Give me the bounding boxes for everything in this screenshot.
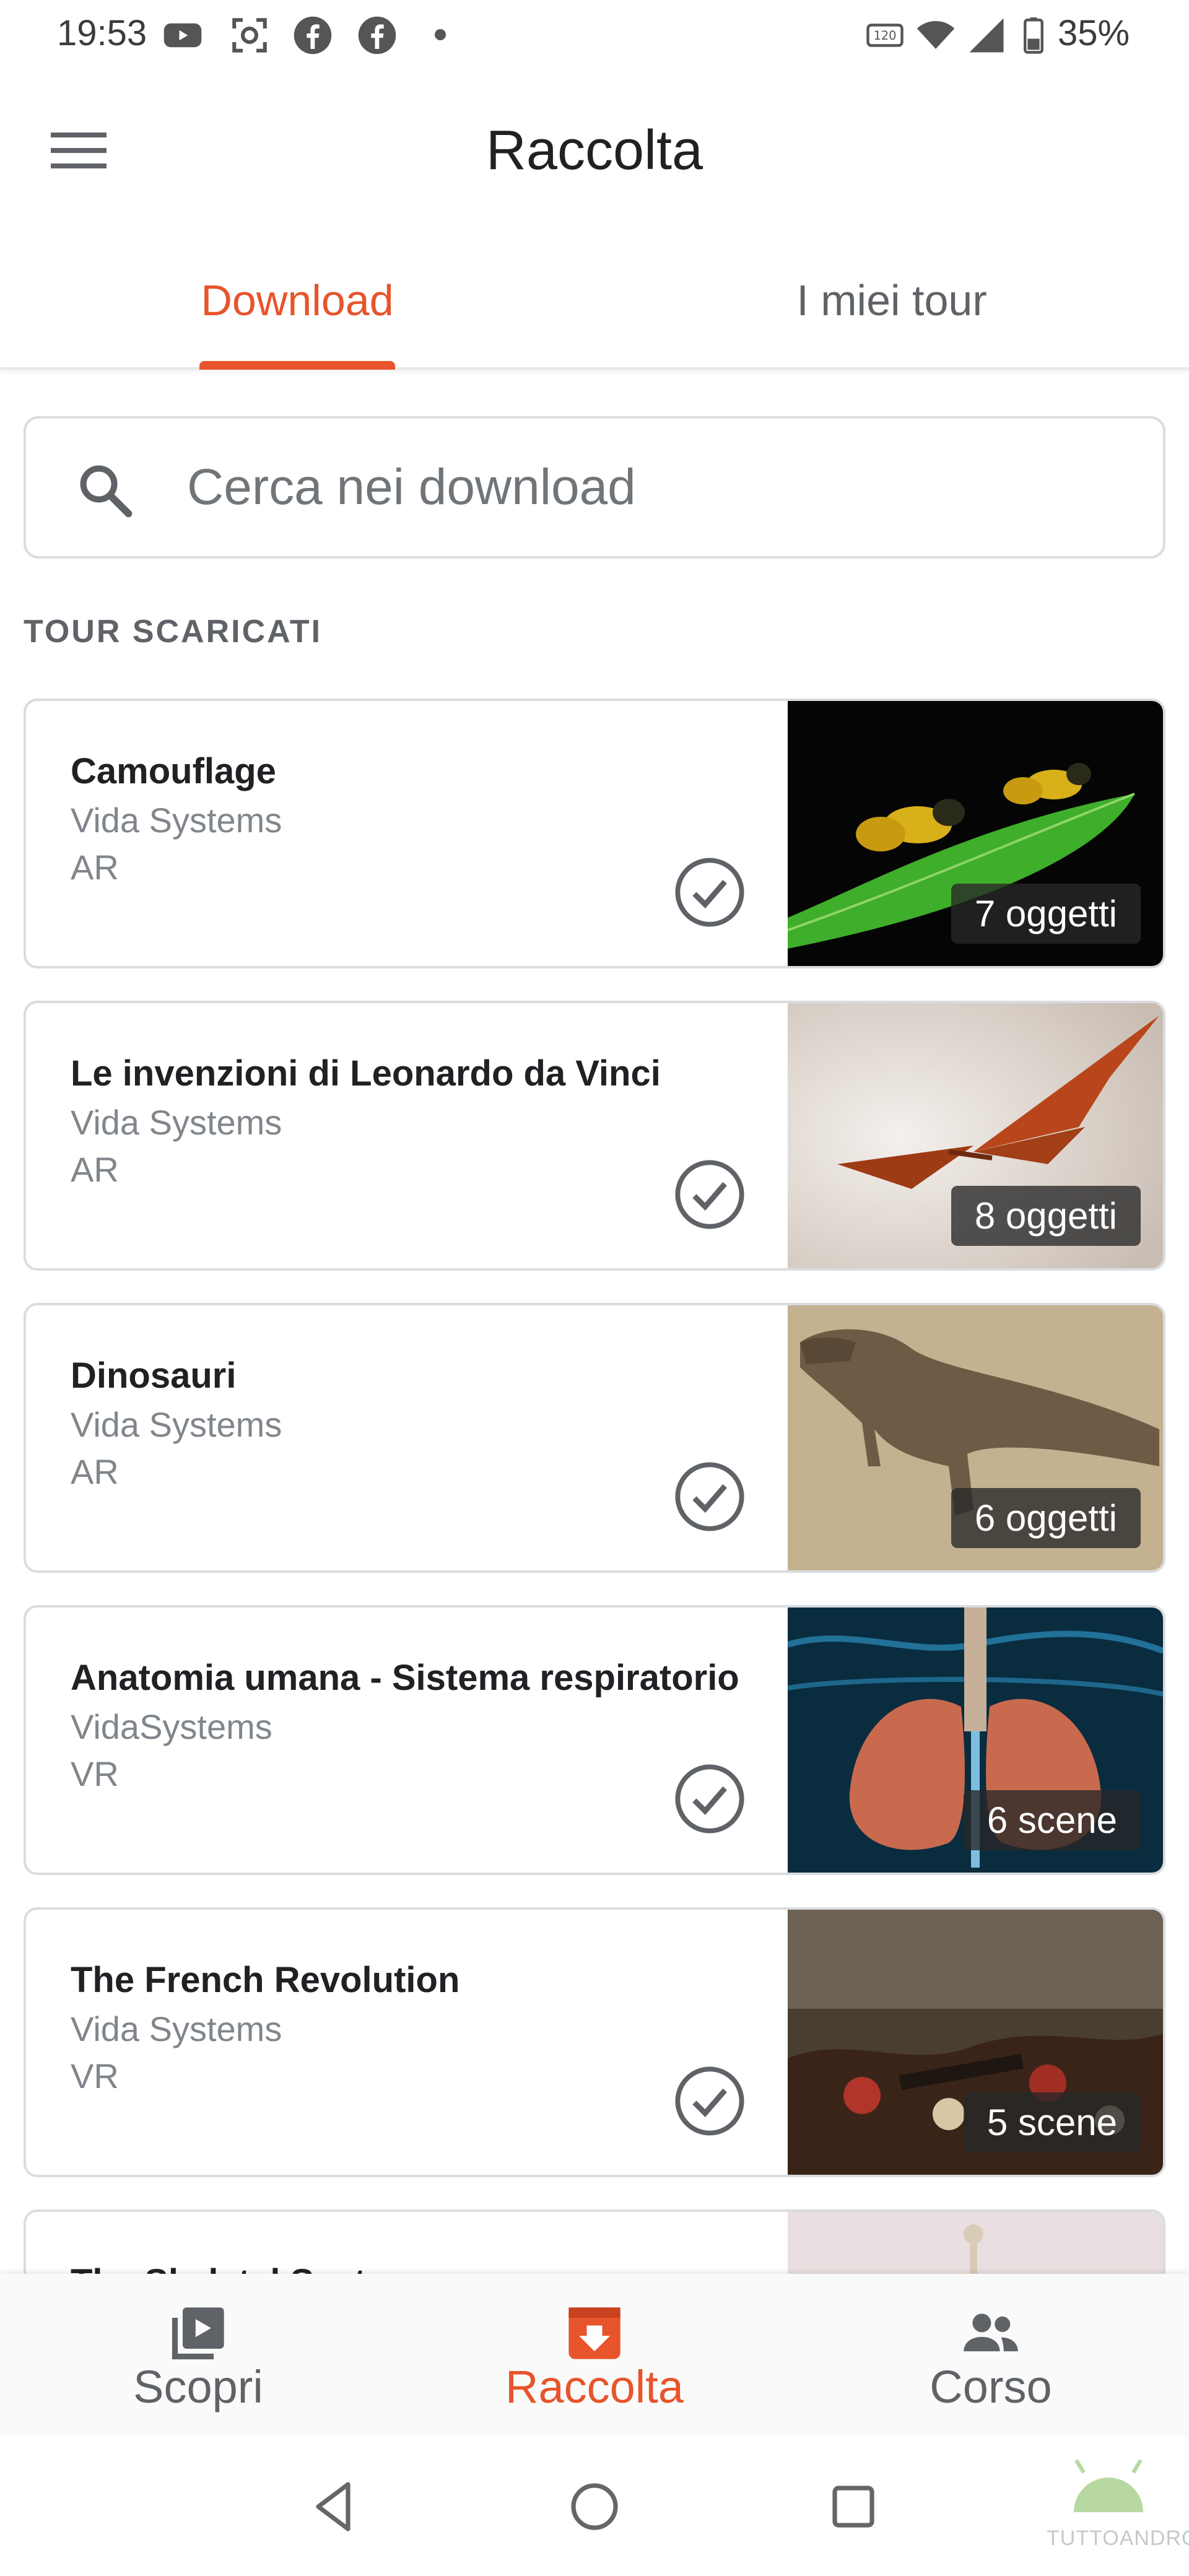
tour-author: VidaSystems: [71, 1707, 272, 1746]
android-logo-watermark-icon: [1074, 2459, 1143, 2512]
item-count-badge: 6 oggetti: [951, 1488, 1141, 1548]
video-library-icon: [172, 2307, 224, 2360]
tour-card[interactable]: Anatomia umana - Sistema respiratorio Vi…: [24, 1605, 1165, 1875]
recents-icon[interactable]: [824, 2477, 883, 2536]
search-field[interactable]: Cerca nei download: [24, 416, 1165, 559]
watermark-text: TUTTOANDROID: [1047, 2526, 1189, 2550]
tour-card[interactable]: The French Revolution Vida Systems VR 5 …: [24, 1907, 1165, 2177]
downloaded-check-icon: [675, 2066, 744, 2136]
people-icon: [964, 2313, 1018, 2352]
tour-author: Vida Systems: [71, 1405, 282, 1444]
status-time: 19:53: [57, 13, 147, 53]
svg-text:120: 120: [874, 28, 897, 43]
screenshot-icon: [232, 18, 267, 53]
tour-title: Dinosauri: [71, 1355, 237, 1396]
notification-dot: [435, 29, 446, 40]
item-count-badge: 6 scene: [963, 1790, 1141, 1850]
nav-item-collection[interactable]: Raccolta: [396, 2274, 793, 2436]
nav-label: Scopri: [133, 2361, 263, 2413]
tab-download[interactable]: Download: [0, 226, 594, 370]
battery-percent: 35%: [1058, 13, 1130, 53]
downloaded-check-icon: [675, 858, 744, 927]
hd-voice-icon: 120: [866, 24, 904, 47]
page-title: Raccolta: [486, 120, 703, 181]
search-icon: [80, 465, 133, 518]
tab-my-tours[interactable]: I miei tour: [594, 226, 1189, 370]
downloaded-check-icon: [675, 1764, 744, 1834]
tour-type: AR: [71, 1150, 119, 1189]
tour-type: VR: [71, 1754, 119, 1793]
tour-title: Anatomia umana - Sistema respiratorio: [71, 1658, 739, 1698]
status-bar: 19:53 120 35%: [0, 0, 1189, 74]
facebook-icon: [294, 16, 332, 54]
item-count-badge: 8 oggetti: [951, 1186, 1141, 1246]
item-count-badge: 7 oggetti: [951, 884, 1141, 944]
tour-type: AR: [71, 848, 119, 887]
download-inbox-icon: [568, 2307, 621, 2359]
facebook-icon: [358, 16, 396, 54]
tour-type: VR: [71, 2056, 119, 2095]
section-label: TOUR SCARICATI: [24, 614, 323, 650]
active-tab-indicator: [199, 361, 395, 370]
system-navigation-bar: TUTTOANDROID: [0, 2436, 1189, 2576]
tour-title: The French Revolution: [71, 1960, 460, 2000]
tour-type: AR: [71, 1452, 119, 1491]
nav-item-course[interactable]: Corso: [793, 2274, 1189, 2436]
nav-label: Corso: [930, 2361, 1052, 2413]
search-placeholder[interactable]: Cerca nei download: [187, 419, 636, 556]
nav-item-discover[interactable]: Scopri: [0, 2274, 396, 2436]
signal-icon: [969, 18, 1004, 53]
youtube-icon: [163, 23, 202, 48]
tab-bar: Download I miei tour: [0, 226, 1189, 370]
tour-card[interactable]: Le invenzioni di Leonardo da Vinci Vida …: [24, 1001, 1165, 1271]
tour-author: Vida Systems: [71, 1103, 282, 1142]
tour-card[interactable]: Dinosauri Vida Systems AR 6 oggetti: [24, 1303, 1165, 1573]
wifi-icon: [917, 20, 955, 49]
tour-author: Vida Systems: [71, 2009, 282, 2048]
nav-label: Raccolta: [505, 2361, 684, 2413]
tour-title: Le invenzioni di Leonardo da Vinci: [71, 1053, 661, 1094]
home-icon[interactable]: [565, 2477, 624, 2536]
back-icon[interactable]: [306, 2477, 365, 2536]
item-count-badge: 5 scene: [963, 2092, 1141, 2152]
battery-icon: [1024, 17, 1043, 54]
downloaded-check-icon: [675, 1160, 744, 1229]
bottom-navigation: Scopri Raccolta Corso: [0, 2274, 1189, 2436]
tour-title: Camouflage: [71, 751, 276, 791]
downloaded-check-icon: [675, 1462, 744, 1531]
tour-author: Vida Systems: [71, 801, 282, 840]
tour-card[interactable]: Camouflage Vida Systems AR 7 oggetti: [24, 698, 1165, 968]
app-bar: Raccolta: [0, 74, 1189, 226]
